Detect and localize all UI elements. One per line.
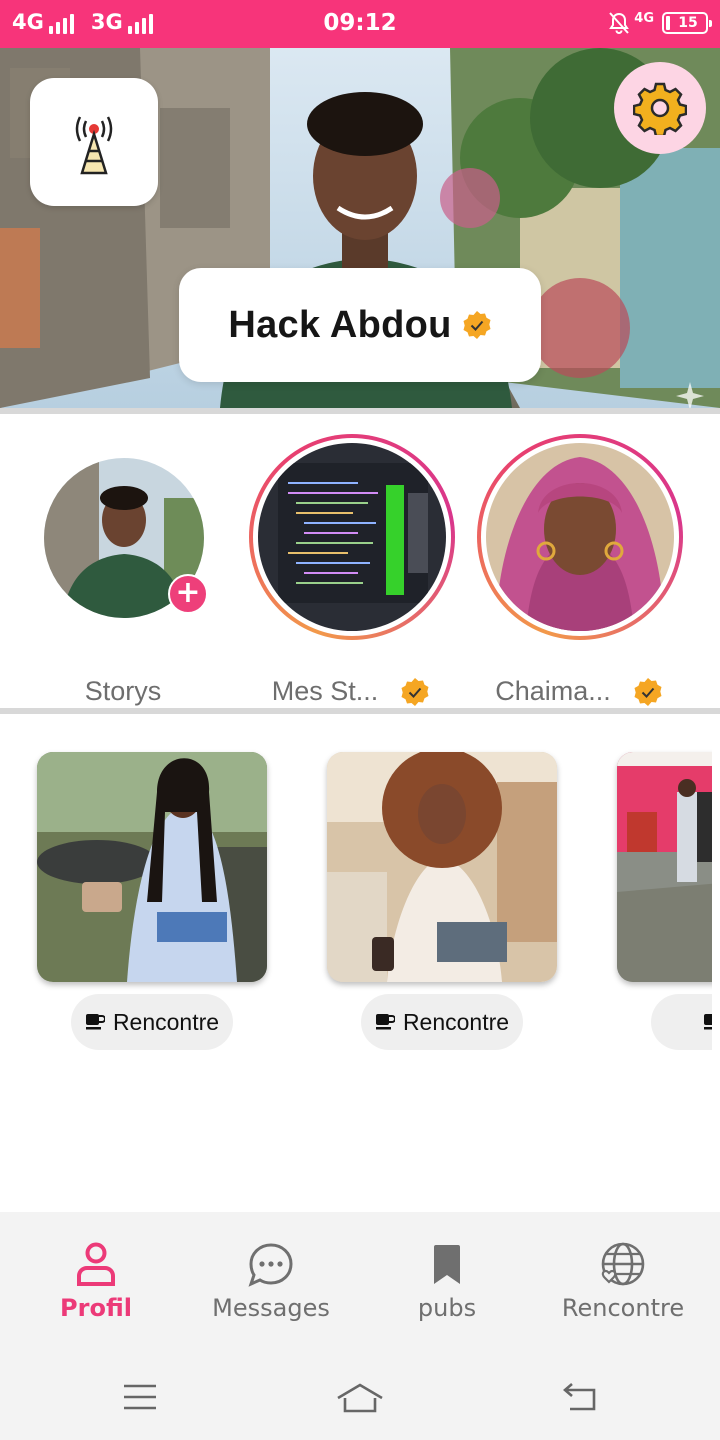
rencontre-chip[interactable]: Re bbox=[651, 994, 712, 1050]
cards-viewport: Re bbox=[0, 714, 712, 1114]
bottom-navigation: Profil Messages pubs Rencontre bbox=[0, 1212, 720, 1356]
nav-label: Messages bbox=[212, 1294, 330, 1322]
verified-badge-icon bbox=[463, 311, 491, 339]
bookmark-icon bbox=[434, 1245, 460, 1284]
nav-item-rencontre[interactable]: Rencontre bbox=[533, 1242, 713, 1322]
nav-label: Profil bbox=[60, 1294, 132, 1322]
story-avatar-chaima bbox=[486, 443, 674, 631]
settings-button[interactable] bbox=[614, 62, 706, 154]
story-avatar-code bbox=[258, 443, 446, 631]
globe-heart-icon bbox=[601, 1242, 645, 1286]
profile-name: Hack Abdou bbox=[228, 303, 452, 346]
chat-bubble-icon bbox=[248, 1243, 293, 1287]
stories-row: + Storys Mes St... Chaima... bbox=[0, 414, 720, 708]
nav-label: pubs bbox=[417, 1294, 477, 1322]
back-icon[interactable] bbox=[560, 1382, 598, 1412]
nav-item-pubs[interactable]: pubs bbox=[357, 1242, 537, 1322]
sparkle-icon bbox=[676, 382, 704, 408]
card-photo bbox=[617, 752, 712, 982]
verified-badge-icon bbox=[634, 677, 662, 706]
rencontre-card[interactable]: Re bbox=[617, 752, 712, 1050]
app-root: 4G 3G 09:12 4G 15 Hack Abdou + Storys Me… bbox=[0, 0, 720, 1440]
notifications-off-icon bbox=[609, 12, 630, 34]
network-type-label: 4G bbox=[634, 10, 654, 26]
battery-icon: 15 bbox=[662, 12, 712, 34]
broadcast-button[interactable] bbox=[30, 78, 158, 206]
gear-icon bbox=[633, 82, 687, 135]
profile-cover: Hack Abdou bbox=[0, 48, 720, 408]
antenna-icon bbox=[75, 116, 113, 175]
profile-name-card: Hack Abdou bbox=[179, 268, 541, 382]
nav-item-profil[interactable]: Profil bbox=[6, 1242, 186, 1322]
verified-badge-icon bbox=[401, 677, 429, 706]
story-ring bbox=[249, 434, 455, 640]
story-label: Mes St... bbox=[246, 676, 456, 707]
nav-item-messages[interactable]: Messages bbox=[181, 1242, 361, 1322]
status-bar: 4G 3G 09:12 4G 15 bbox=[0, 0, 720, 48]
story-label-text: Mes St... bbox=[271, 676, 379, 706]
battery-level: 15 bbox=[678, 15, 698, 31]
add-story-button[interactable]: + bbox=[168, 574, 208, 614]
home-icon[interactable] bbox=[335, 1382, 385, 1414]
person-icon bbox=[77, 1242, 115, 1286]
story-label-text: Storys bbox=[84, 676, 162, 706]
coffee-cup-icon bbox=[704, 1014, 712, 1030]
story-label: Storys bbox=[18, 676, 228, 707]
story-ring bbox=[477, 434, 683, 640]
story-label-text: Chaima... bbox=[495, 676, 611, 706]
nav-label: Rencontre bbox=[561, 1294, 685, 1322]
story-label: Chaima... bbox=[474, 676, 684, 707]
menu-icon[interactable] bbox=[122, 1382, 158, 1412]
system-navigation-bar bbox=[0, 1356, 720, 1440]
rencontre-cards-row: Rencontre Rencontre bbox=[0, 714, 720, 1114]
